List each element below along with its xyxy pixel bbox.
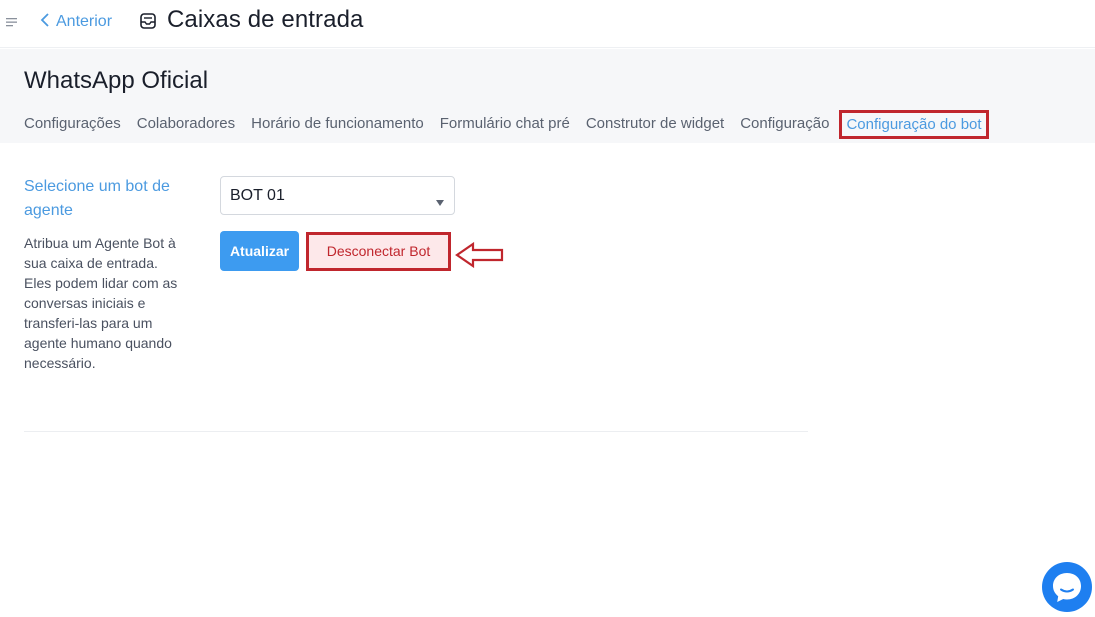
chevron-left-icon — [40, 12, 50, 32]
update-button[interactable]: Atualizar — [220, 231, 299, 271]
disconnect-bot-button[interactable]: Desconectar Bot — [306, 232, 451, 271]
bot-section-info: Selecione um bot de agente Atribua um Ag… — [24, 175, 179, 373]
inbox-name: WhatsApp Oficial — [24, 67, 209, 94]
tab-configuracoes[interactable]: Configurações — [24, 115, 121, 132]
chat-icon — [1042, 573, 1092, 616]
arrow-annotation-icon — [455, 241, 505, 269]
back-link[interactable]: Anterior — [40, 10, 112, 34]
bot-select[interactable]: BOT 01 — [220, 176, 455, 215]
menu-icon[interactable] — [6, 15, 18, 27]
top-header: Anterior Caixas de entrada — [0, 0, 1095, 48]
tab-configuracao[interactable]: Configuração — [740, 115, 829, 132]
chat-widget-button[interactable] — [1042, 562, 1092, 612]
caret-down-icon — [436, 193, 444, 206]
page-title: Caixas de entrada — [167, 6, 364, 33]
inbox-icon — [139, 12, 157, 30]
tab-construtor-widget[interactable]: Construtor de widget — [586, 115, 724, 132]
back-link-label: Anterior — [56, 13, 113, 30]
tab-formulario-chat-pre[interactable]: Formulário chat pré — [440, 115, 570, 132]
settings-tabs: Configurações Colaboradores Horário de f… — [24, 109, 1005, 139]
tab-horario-funcionamento[interactable]: Horário de funcionamento — [251, 115, 424, 132]
tab-configuracao-bot[interactable]: Configuração do bot — [839, 109, 989, 139]
section-divider — [24, 431, 808, 432]
bot-section-title: Selecione um bot de agente — [24, 178, 170, 219]
inbox-header: WhatsApp Oficial Configurações Colaborad… — [0, 49, 1095, 143]
bot-select-value: BOT 01 — [230, 186, 285, 204]
bot-section-description: Atribua um Agente Bot à sua caixa de ent… — [24, 235, 178, 371]
tab-colaboradores[interactable]: Colaboradores — [137, 115, 235, 132]
